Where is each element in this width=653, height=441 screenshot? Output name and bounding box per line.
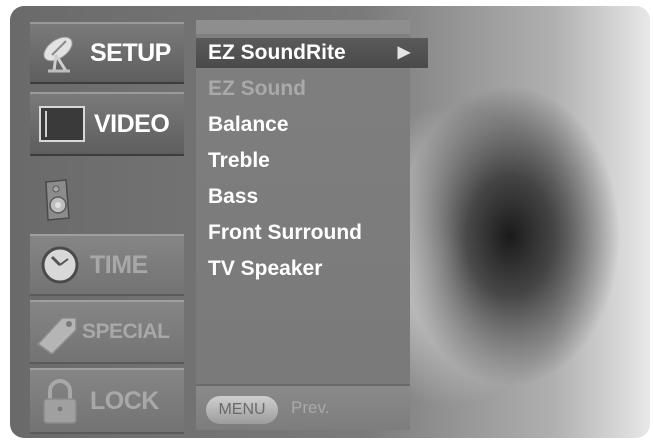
prev-hint: Prev. — [291, 398, 330, 417]
menu-item-label: Treble — [208, 149, 270, 172]
tag-icon — [32, 310, 82, 354]
menu-item-label: EZ SoundRite — [208, 41, 346, 64]
menu-item-bass[interactable]: Bass — [196, 182, 410, 212]
submenu-arrow-icon: ▶ — [397, 44, 410, 61]
sidebar-label-lock: LOCK — [90, 386, 159, 415]
menu-button[interactable]: MENU — [206, 396, 278, 424]
sidebar-label-time: TIME — [90, 250, 148, 279]
category-sidebar: SETUP VIDEO TIME SPECIAL LOCK — [30, 22, 184, 434]
tv-screen: SETUP VIDEO TIME SPECIAL LOCK EZ SoundRi… — [10, 6, 650, 438]
audio-menu-panel: EZ SoundRite ▶ EZ Sound Balance Treble B… — [196, 20, 428, 430]
padlock-icon — [38, 377, 82, 425]
menu-item-front-surround[interactable]: Front Surround — [196, 218, 410, 248]
menu-item-treble[interactable]: Treble — [196, 146, 410, 176]
menu-item-ez-soundrite[interactable]: EZ SoundRite ▶ — [196, 38, 428, 68]
sidebar-item-audio[interactable] — [30, 168, 184, 232]
menu-footer: MENU Prev. — [196, 384, 410, 430]
menu-item-label: TV Speaker — [208, 257, 323, 280]
menu-item-tv-speaker[interactable]: TV Speaker — [196, 254, 410, 284]
sidebar-item-time[interactable]: TIME — [30, 234, 184, 296]
menu-item-label: Bass — [208, 185, 259, 208]
sidebar-label-setup: SETUP — [90, 38, 171, 67]
sidebar-item-lock[interactable]: LOCK — [30, 368, 184, 434]
speaker-icon — [42, 178, 72, 222]
sidebar-item-video[interactable]: VIDEO — [30, 92, 184, 156]
sidebar-item-special[interactable]: SPECIAL — [30, 300, 184, 364]
menu-item-ez-sound: EZ Sound — [196, 74, 410, 104]
satellite-dish-icon — [38, 31, 82, 75]
sidebar-label-special: SPECIAL — [82, 320, 170, 343]
panel-top-bar — [196, 20, 410, 34]
sidebar-item-setup[interactable]: SETUP — [30, 22, 184, 84]
screen-icon — [38, 105, 86, 143]
menu-item-label: Front Surround — [208, 221, 362, 244]
menu-item-balance[interactable]: Balance — [196, 110, 410, 140]
sidebar-label-video: VIDEO — [94, 109, 170, 138]
menu-item-label: EZ Sound — [208, 77, 306, 100]
clock-icon — [38, 243, 82, 287]
menu-item-label: Balance — [208, 113, 289, 136]
